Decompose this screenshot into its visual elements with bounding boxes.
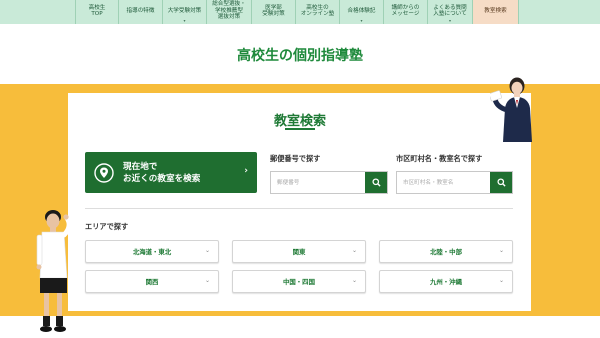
current-location-label: 現在地で お近くの教室を検索 [123, 161, 201, 184]
nav-item-label: 高校生 TOP [88, 4, 106, 17]
nav-item-faq[interactable]: よくある質問 入塾について ▾ [428, 0, 473, 24]
page-title: 高校生の個別指導塾 [237, 48, 363, 64]
nav-item-medical-exam[interactable]: 医学部 受験対策 [252, 0, 296, 24]
nav-item-label: 講師からの メッセージ [391, 4, 420, 17]
area-button-chugoku-shikoku[interactable]: 中国・四国 ⌄ [232, 270, 366, 293]
nav-item-online[interactable]: 高校生の オンライン塾 [296, 0, 340, 24]
chevron-down-icon: ⌄ [351, 247, 357, 254]
city-search-label: 市区町村名・教室名で探す [396, 154, 483, 163]
area-button-kansai[interactable]: 関西 ⌄ [85, 270, 219, 293]
nav-item-top[interactable]: 高校生 TOP [75, 0, 119, 24]
location-pin-icon [94, 162, 114, 183]
chevron-down-icon: ⌄ [204, 247, 210, 254]
chevron-down-icon: ⌄ [498, 247, 504, 254]
search-icon [371, 178, 381, 187]
nav-item-label: よくある質問 入塾について [433, 4, 467, 17]
chevron-down-icon: ⌄ [351, 277, 357, 284]
chevron-down-icon: ⌄ [498, 277, 504, 284]
chevron-down-icon: ▾ [448, 18, 452, 23]
area-button-label: 関西 [145, 278, 159, 286]
top-nav: 高校生 TOP 指導の特徴 大学受験対策 ▾ 総合型選抜・ 学校推薦型 選抜対策… [0, 0, 600, 24]
student-boy-illustration [36, 210, 72, 332]
area-button-label: 北陸・中部 [430, 248, 462, 256]
search-icon [496, 178, 506, 187]
area-button-kyushu-okinawa[interactable]: 九州・沖縄 ⌄ [379, 270, 513, 293]
city-name-input[interactable] [397, 172, 490, 193]
chevron-down-icon: ⌄ [204, 277, 210, 284]
nav-item-teacher-message[interactable]: 講師からの メッセージ [384, 0, 428, 24]
nav-item-classroom-search[interactable]: 教室検索 [473, 0, 519, 24]
nav-item-label: 合格体験記 [347, 7, 376, 14]
section-divider [85, 208, 513, 209]
chevron-down-icon: ▾ [360, 18, 363, 23]
nav-item-label: 大学受験対策 [167, 7, 202, 14]
nav-item-success-stories[interactable]: 合格体験記 ▾ [340, 0, 384, 24]
area-button-label: 九州・沖縄 [430, 278, 462, 286]
postal-code-input[interactable] [271, 172, 365, 193]
postal-search-label: 郵便番号で探す [270, 154, 321, 163]
area-button-kanto[interactable]: 関東 ⌄ [232, 240, 366, 263]
nav-item-label: 総合型選抜・ 学校推薦型 選抜対策 [212, 1, 246, 21]
chevron-right-icon: › [244, 166, 248, 176]
area-button-hokuriku-chubu[interactable]: 北陸・中部 ⌄ [379, 240, 513, 263]
chevron-down-icon: ▾ [183, 18, 186, 23]
postal-search-button[interactable] [365, 172, 387, 193]
nav-item-university-exam[interactable]: 大学受験対策 ▾ [163, 0, 207, 24]
area-button-hokkaido-tohoku[interactable]: 北海道・東北 ⌄ [85, 240, 219, 263]
city-search-button[interactable] [490, 172, 512, 193]
nav-item-label: 高校生の オンライン塾 [300, 4, 335, 17]
nav-item-label: 教室検索 [484, 7, 507, 14]
current-location-search-button[interactable]: 現在地で お近くの教室を検索 › [85, 152, 257, 193]
nav-item-label: 医学部 受験対策 [262, 4, 285, 17]
area-button-label: 北海道・東北 [132, 248, 172, 256]
postal-search-box [270, 171, 388, 194]
student-girl-illustration [490, 77, 532, 142]
nav-item-features[interactable]: 指導の特徴 [119, 0, 163, 24]
area-button-label: 関東 [292, 248, 306, 256]
nav-item-recommendation-exam[interactable]: 総合型選抜・ 学校推薦型 選抜対策 [207, 0, 252, 24]
nav-item-label: 指導の特徴 [126, 7, 155, 14]
area-search-label: エリアで探す [85, 222, 129, 231]
area-button-label: 中国・四国 [283, 278, 315, 286]
title-underline [285, 128, 315, 130]
city-search-box [396, 171, 513, 194]
